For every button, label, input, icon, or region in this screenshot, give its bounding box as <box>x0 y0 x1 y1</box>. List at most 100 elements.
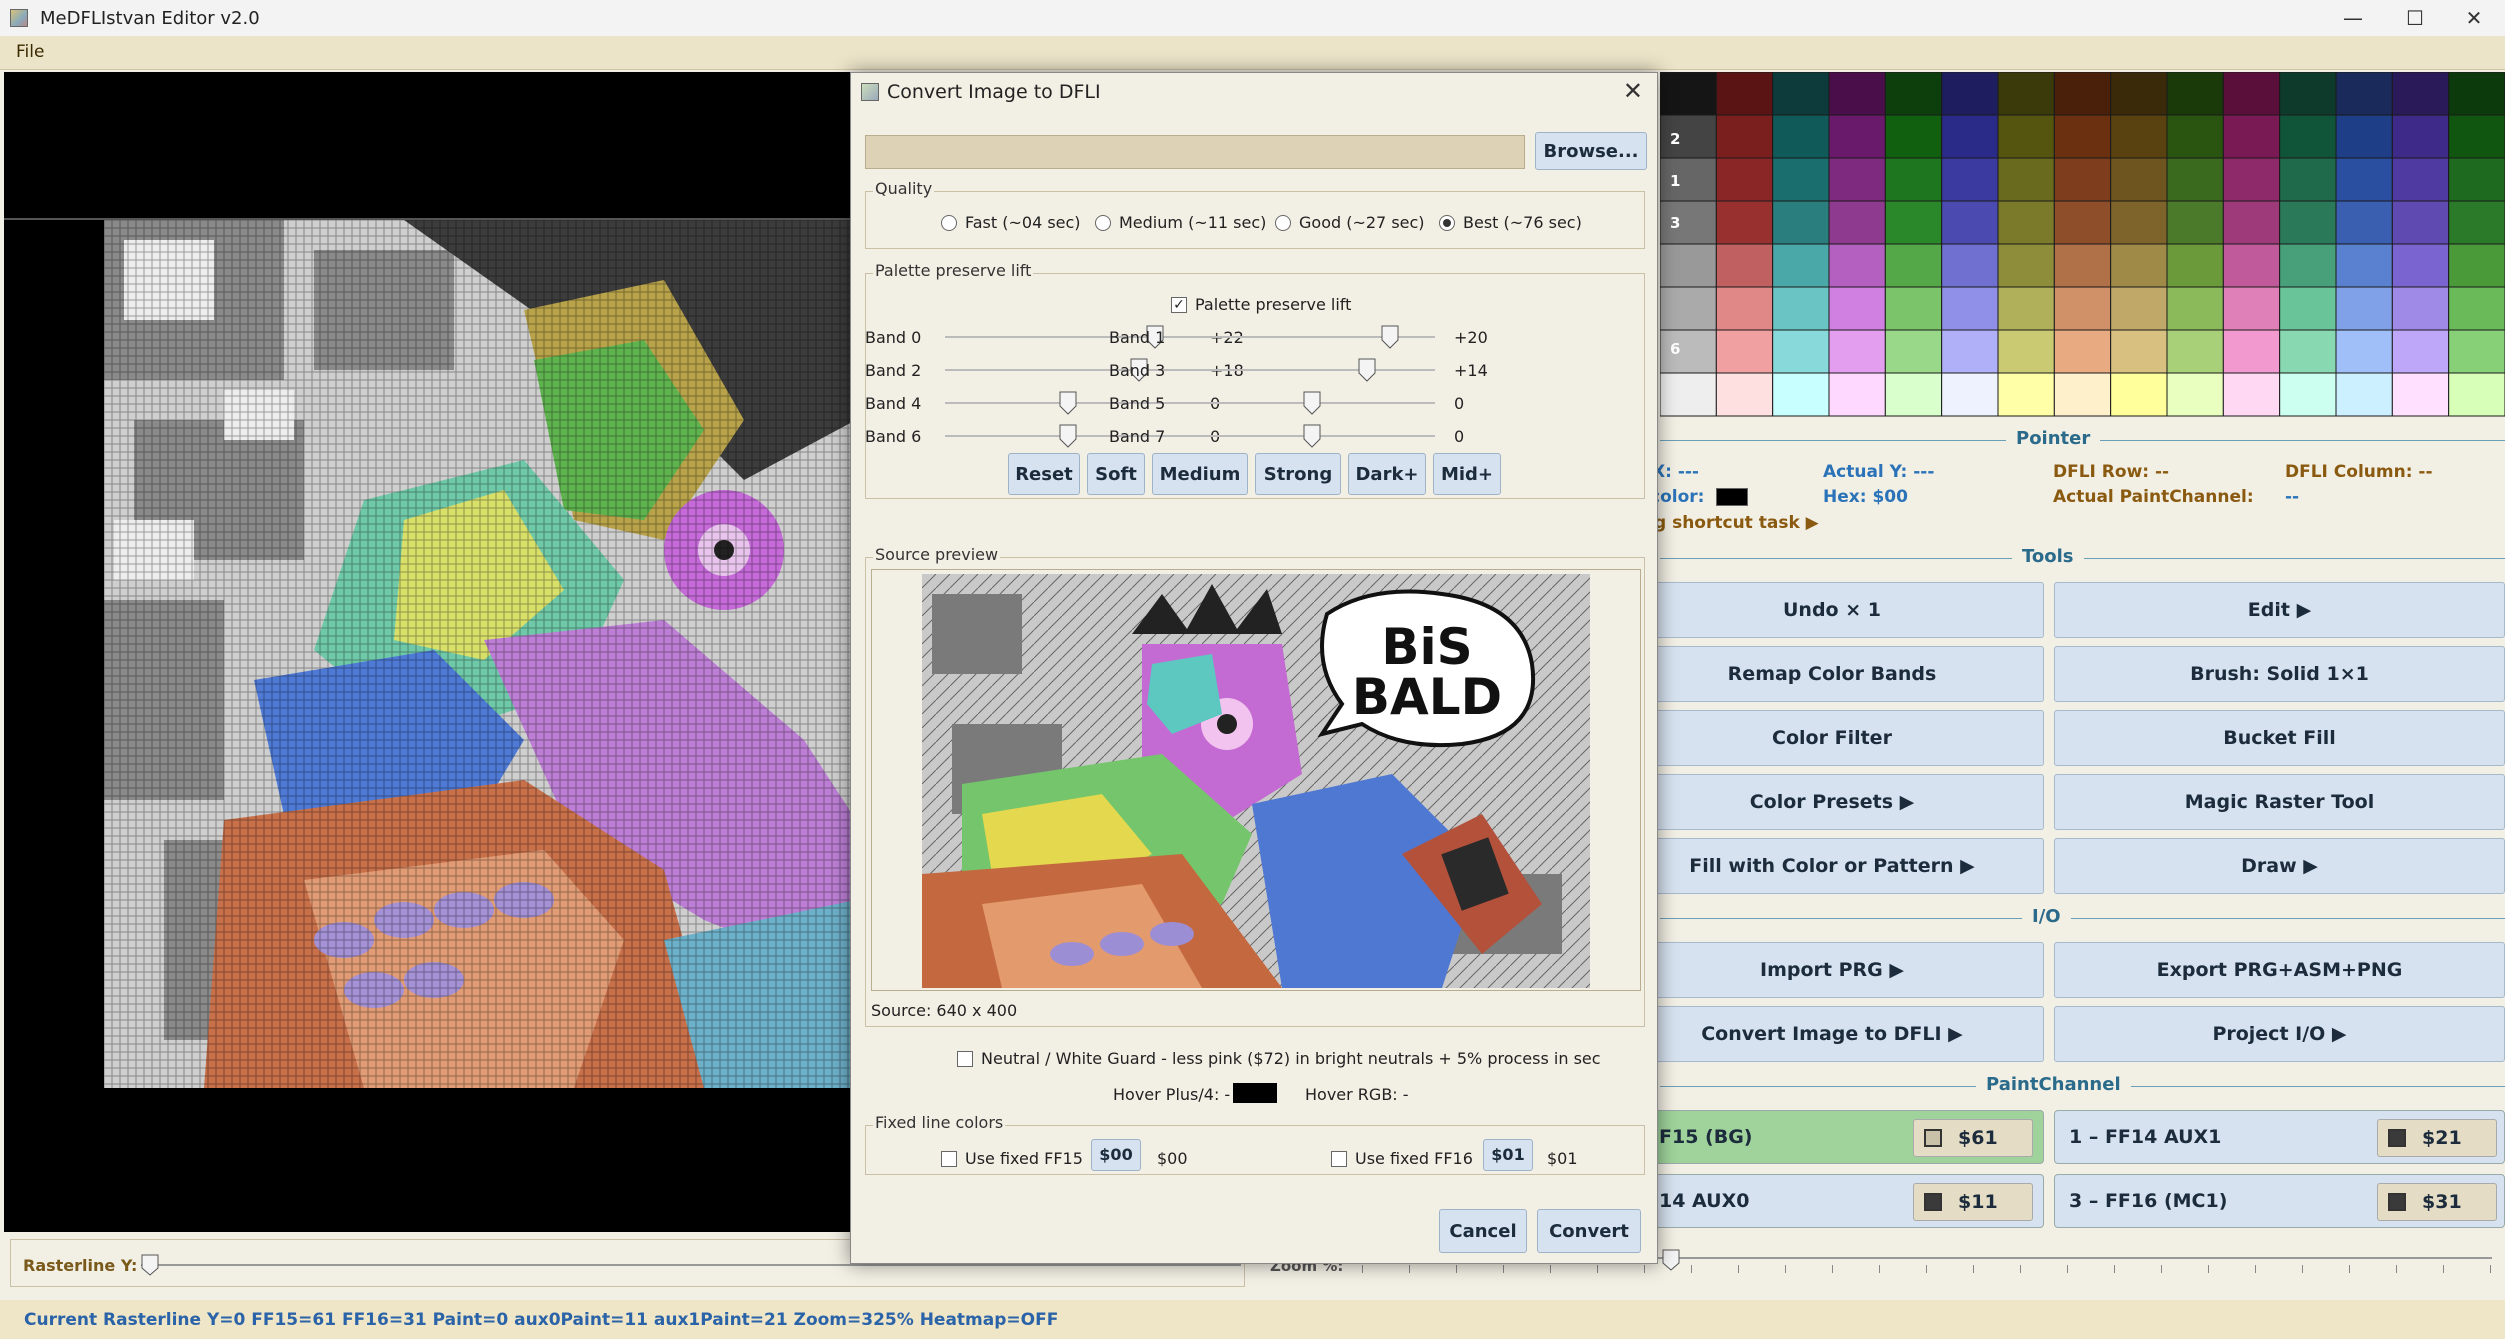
palette-color-cell[interactable] <box>1997 329 2055 374</box>
magic-raster-tool-button[interactable]: Magic Raster Tool <box>2054 774 2505 830</box>
editor-canvas[interactable] <box>4 72 856 1232</box>
export-prg-button[interactable]: Export PRG+ASM+PNG <box>2054 942 2505 998</box>
preset-strong-button[interactable]: Strong <box>1255 453 1341 495</box>
palette-color-cell[interactable] <box>1772 286 1830 331</box>
palette-color-cell[interactable] <box>1997 114 2055 159</box>
palette-color-cell[interactable] <box>2279 114 2337 159</box>
palette-color-cell[interactable] <box>1997 200 2055 245</box>
palette-color-cell[interactable] <box>1828 243 1886 288</box>
palette-color-cell[interactable] <box>2279 157 2337 202</box>
palette-color-cell[interactable] <box>1715 329 1774 374</box>
palette-color-cell[interactable] <box>2053 286 2112 331</box>
use-fixed-ff15-checkbox[interactable]: Use fixed FF15 <box>941 1149 1083 1168</box>
zoom-slider-thumb[interactable] <box>1662 1249 1680 1271</box>
palette-color-cell[interactable] <box>1997 372 2055 417</box>
preset-mid-plus-button[interactable]: Mid+ <box>1433 453 1501 495</box>
palette-color-cell[interactable] <box>2335 372 2393 417</box>
palette-color-cell[interactable] <box>2110 200 2168 245</box>
palette-color-cell[interactable] <box>1884 243 1943 288</box>
palette-color-cell[interactable] <box>1884 157 1943 202</box>
palette-color-cell[interactable] <box>1884 329 1943 374</box>
palette-color-cell[interactable] <box>2110 286 2168 331</box>
browse-button[interactable]: Browse... <box>1535 132 1647 170</box>
palette-color-cell[interactable] <box>2110 243 2168 288</box>
palette-color-cell[interactable] <box>2166 286 2224 331</box>
palette-color-cell[interactable] <box>2110 329 2168 374</box>
palette-color-cell[interactable] <box>2448 114 2505 159</box>
palette-color-cell[interactable] <box>2279 286 2337 331</box>
palette-color-cell[interactable] <box>1715 71 1774 116</box>
bucket-fill-button[interactable]: Bucket Fill <box>2054 710 2505 766</box>
import-prg-button[interactable]: Import PRG ▶ <box>1620 942 2044 998</box>
palette-color-cell[interactable] <box>2222 114 2281 159</box>
paint-channel-mc1[interactable]: 3 – FF16 (MC1) $31 <box>2054 1174 2505 1228</box>
quality-good-radio[interactable]: Good (~27 sec) <box>1275 213 1425 232</box>
palette-color-cell[interactable] <box>2053 243 2112 288</box>
palette-color-cell[interactable] <box>1659 200 1717 245</box>
palette-color-cell[interactable] <box>2166 200 2224 245</box>
remap-color-bands-button[interactable]: Remap Color Bands <box>1620 646 2044 702</box>
palette-color-cell[interactable] <box>1659 114 1717 159</box>
palette-color-cell[interactable] <box>2222 200 2281 245</box>
palette-color-cell[interactable] <box>1659 243 1717 288</box>
palette-color-cell[interactable] <box>2053 372 2112 417</box>
palette-color-cell[interactable] <box>2279 200 2337 245</box>
palette-color-cell[interactable] <box>2053 114 2112 159</box>
palette-color-cell[interactable] <box>1828 372 1886 417</box>
palette-color-cell[interactable] <box>2448 286 2505 331</box>
palette-color-cell[interactable] <box>1997 157 2055 202</box>
palette-color-cell[interactable] <box>1884 200 1943 245</box>
palette-color-cell[interactable] <box>2222 243 2281 288</box>
palette-color-cell[interactable] <box>2222 286 2281 331</box>
canvas-image[interactable] <box>104 220 856 1088</box>
palette-color-cell[interactable] <box>2279 329 2337 374</box>
draw-menu-button[interactable]: Draw ▶ <box>2054 838 2505 894</box>
palette-color-cell[interactable] <box>1772 157 1830 202</box>
palette-color-cell[interactable] <box>1941 243 1999 288</box>
palette-color-cell[interactable] <box>1941 372 1999 417</box>
quality-medium-radio[interactable]: Medium (~11 sec) <box>1095 213 1266 232</box>
palette-color-cell[interactable] <box>1828 114 1886 159</box>
palette-color-cell[interactable] <box>1828 157 1886 202</box>
neutral-guard-checkbox[interactable]: Neutral / White Guard - less pink ($72) … <box>957 1049 1601 1068</box>
palette-color-cell[interactable] <box>1772 372 1830 417</box>
palette-color-cell[interactable] <box>2448 372 2505 417</box>
convert-image-button[interactable]: Convert Image to DFLI ▶ <box>1620 1006 2044 1062</box>
band-slider-thumb[interactable] <box>1303 424 1321 448</box>
palette-color-cell[interactable] <box>2335 114 2393 159</box>
rasterline-track[interactable] <box>141 1264 1241 1266</box>
palette-color-cell[interactable] <box>1997 243 2055 288</box>
palette-color-cell[interactable] <box>2053 200 2112 245</box>
band-slider-thumb[interactable] <box>1059 391 1077 415</box>
quality-best-radio[interactable]: Best (~76 sec) <box>1439 213 1582 232</box>
palette-color-cell[interactable] <box>1659 71 1717 116</box>
palette-color-cell[interactable] <box>1941 71 1999 116</box>
ff15-color-button[interactable]: $00 <box>1091 1139 1141 1171</box>
minimize-button[interactable]: — <box>2322 0 2384 36</box>
palette-color-cell[interactable] <box>1715 372 1774 417</box>
brush-button[interactable]: Brush: Solid 1×1 <box>2054 646 2505 702</box>
palette-color-cell[interactable] <box>2166 329 2224 374</box>
palette-color-cell[interactable] <box>2166 157 2224 202</box>
preset-soft-button[interactable]: Soft <box>1087 453 1145 495</box>
palette-color-cell[interactable] <box>2222 71 2281 116</box>
palette-color-cell[interactable] <box>2391 329 2450 374</box>
palette-color-cell[interactable] <box>2448 157 2505 202</box>
paint-channel-bg[interactable]: F15 (BG) $61 <box>1620 1110 2044 1164</box>
palette-color-cell[interactable] <box>1828 71 1886 116</box>
palette-color-cell[interactable] <box>1772 243 1830 288</box>
palette-color-cell[interactable] <box>1884 286 1943 331</box>
palette-color-cell[interactable] <box>2335 329 2393 374</box>
palette-color-cell[interactable] <box>2335 286 2393 331</box>
band-slider-track[interactable] <box>1189 369 1435 371</box>
palette-color-cell[interactable] <box>1941 114 1999 159</box>
quality-fast-radio[interactable]: Fast (~04 sec) <box>941 213 1081 232</box>
palette-color-cell[interactable] <box>1941 200 1999 245</box>
palette-color-cell[interactable] <box>1772 200 1830 245</box>
color-filter-button[interactable]: Color Filter <box>1620 710 2044 766</box>
palette-color-cell[interactable] <box>2335 157 2393 202</box>
palette-color-cell[interactable] <box>1659 372 1717 417</box>
palette-color-cell[interactable] <box>2222 372 2281 417</box>
band-slider-thumb[interactable] <box>1358 358 1376 382</box>
palette-color-cell[interactable] <box>2166 372 2224 417</box>
